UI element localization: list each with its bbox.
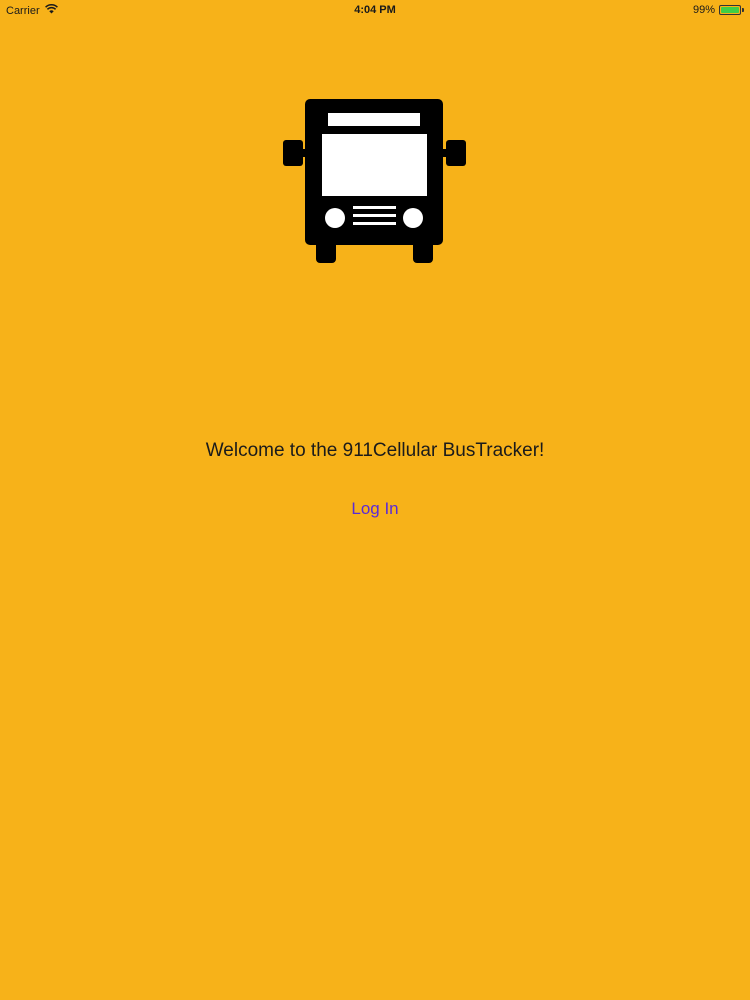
- login-button[interactable]: Log In: [325, 496, 425, 522]
- battery-icon: [719, 5, 741, 15]
- status-time: 4:04 PM: [354, 4, 396, 16]
- welcome-text: Welcome to the 911Cellular BusTracker!: [205, 440, 545, 461]
- bus-icon: [283, 99, 466, 263]
- battery-percentage: 99%: [692, 4, 715, 16]
- battery-cap: [742, 8, 744, 12]
- battery-fill: [721, 7, 739, 13]
- status-bar: Carrier 4:04 PM 99%: [0, 0, 750, 20]
- status-right: 99%: [693, 4, 744, 16]
